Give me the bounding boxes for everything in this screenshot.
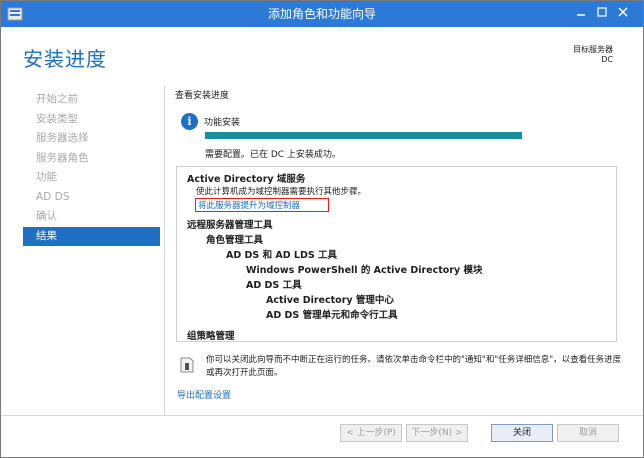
next-button[interactable]: 下一步(N) > xyxy=(406,424,468,442)
nav-item-features[interactable]: 功能 xyxy=(23,168,160,188)
nav-item-before-you-begin[interactable]: 开始之前 xyxy=(23,90,160,110)
close-wizard-note: 你可以关闭此向导而不中断正在运行的任务。请依次单击命令栏中的"通知"和"任务详细… xyxy=(206,355,622,378)
nav-item-ad-ds[interactable]: AD DS xyxy=(23,188,160,208)
minimize-button[interactable] xyxy=(571,3,591,21)
target-server-value: DC xyxy=(601,55,613,64)
install-progress-bar xyxy=(205,132,522,139)
result-rsat: 远程服务器管理工具 xyxy=(187,220,273,231)
result-adds-title: Active Directory 域服务 xyxy=(187,174,306,185)
result-adds-tools: AD DS 工具 xyxy=(246,280,302,291)
page-title: 安装进度 xyxy=(23,47,107,71)
maximize-button[interactable] xyxy=(592,3,612,21)
close-button[interactable]: 关闭 xyxy=(491,424,553,442)
result-gpm: 组策略管理 xyxy=(187,331,235,342)
minimize-icon xyxy=(577,14,585,16)
wizard-nav: 开始之前 安装类型 服务器选择 服务器角色 功能 AD DS 确认 结果 xyxy=(23,90,160,246)
nav-divider xyxy=(164,86,165,416)
result-adds-snapins: AD DS 管理单元和命令行工具 xyxy=(266,310,398,321)
close-window-button[interactable] xyxy=(613,3,633,21)
result-adds-description: 使此计算机成为域控制器需要执行其他步骤。 xyxy=(196,187,367,197)
wizard-window: 添加角色和功能向导 安装进度 目标服务器 DC 开始之前 安装类型 服务器选择 … xyxy=(0,0,644,458)
note-icon xyxy=(180,357,194,373)
highlight-outline xyxy=(195,198,329,212)
cancel-button[interactable]: 取消 xyxy=(557,424,619,442)
section-heading: 查看安装进度 xyxy=(175,91,230,101)
progress-bar-fill xyxy=(205,132,522,139)
nav-item-installation-type[interactable]: 安装类型 xyxy=(23,110,160,130)
progress-status-text: 需要配置。已在 DC 上安装成功。 xyxy=(205,150,341,160)
nav-item-server-roles[interactable]: 服务器角色 xyxy=(23,149,160,169)
result-role-tools: 角色管理工具 xyxy=(206,235,264,246)
result-ps-module: Windows PowerShell 的 Active Directory 模块 xyxy=(246,265,483,276)
nav-item-confirmation[interactable]: 确认 xyxy=(23,207,160,227)
export-config-link[interactable]: 导出配置设置 xyxy=(177,388,231,401)
previous-button[interactable]: < 上一步(P) xyxy=(340,424,402,442)
result-ad-admin-center: Active Directory 管理中心 xyxy=(266,295,394,306)
install-type-label: 功能安装 xyxy=(204,118,241,128)
window-title: 添加角色和功能向导 xyxy=(267,7,376,21)
info-icon: i xyxy=(181,113,198,130)
target-server-label: 目标服务器 xyxy=(573,45,613,54)
maximize-icon xyxy=(597,7,607,17)
close-icon xyxy=(618,7,628,17)
result-adds-lds-tools: AD DS 和 AD LDS 工具 xyxy=(226,250,338,261)
nav-item-server-selection[interactable]: 服务器选择 xyxy=(23,129,160,149)
title-bar: 添加角色和功能向导 xyxy=(1,1,643,27)
nav-item-results[interactable]: 结果 xyxy=(23,226,160,246)
